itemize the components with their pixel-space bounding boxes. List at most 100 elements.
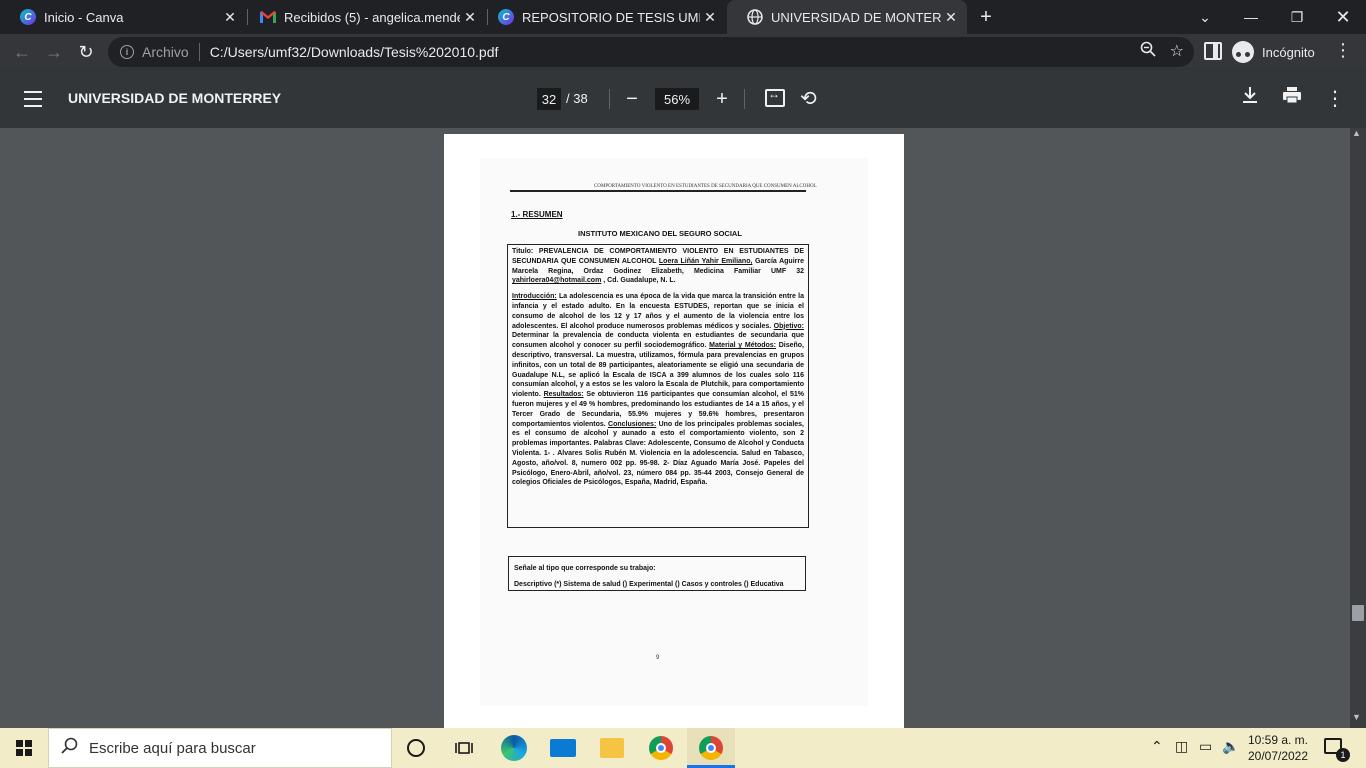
zoom-out-button[interactable]: − [620,87,644,111]
canva-icon: C [20,9,36,25]
pdf-toolbar: UNIVERSIDAD DE MONTERREY 32 / 38 − 56% +… [0,70,1366,128]
rotate-icon[interactable]: ⟲ [800,86,817,111]
start-button[interactable] [0,728,48,768]
page-number-input[interactable]: 32 [537,88,561,110]
methods-text: Diseño, descriptivo, transversal. La mue… [512,342,804,399]
pdf-title: UNIVERSIDAD DE MONTERREY [68,90,282,106]
address-bar[interactable]: i Archivo C:/Users/umf32/Downloads/Tesis… [108,37,1194,67]
info-icon[interactable]: i [120,45,134,59]
tab-title: Inicio - Canva [44,9,124,25]
close-window-button[interactable]: ✕ [1320,0,1366,34]
title-paragraph: Titulo: PREVALENCIA DE COMPORTAMIENTO VI… [512,247,804,286]
divider [198,43,200,61]
scroll-up-arrow-icon[interactable]: ▲ [1352,128,1361,138]
forward-button[interactable]: → [40,38,68,66]
mail-icon[interactable] [549,734,577,762]
download-icon[interactable] [1242,86,1258,110]
close-icon[interactable]: ✕ [700,7,720,27]
institution-heading: INSTITUTO MEXICANO DEL SEGURO SOCIAL [578,229,742,238]
battery-icon[interactable]: ▭ [1199,738,1212,755]
vertical-scrollbar[interactable] [1350,128,1366,728]
work-type-box: Señale al tipo que corresponde su trabaj… [508,556,806,591]
tab-title: UNIVERSIDAD DE MONTERREY [771,9,941,25]
minimize-button[interactable]: — [1228,0,1274,34]
scroll-down-arrow-icon[interactable]: ▼ [1352,712,1361,722]
work-type-prompt: Señale al tipo que corresponde su trabaj… [514,565,656,572]
running-header: COMPORTAMIENTO VIOLENTO EN ESTUDIANTES D… [594,184,817,189]
clock-date: 20/07/2022 [1247,749,1309,763]
intro-label: Introducción: [512,293,557,301]
side-panel-icon[interactable] [1204,42,1222,60]
url-text[interactable]: C:/Users/umf32/Downloads/Tesis%202010.pd… [210,44,499,60]
clock-time: 10:59 a. m. [1247,733,1309,747]
chrome-incognito-icon[interactable] [697,734,725,762]
page-number: 9 [656,655,660,661]
zoom-in-button[interactable]: + [710,87,734,111]
work-type-options: Descriptivo (*) Sistema de salud () Expe… [514,581,784,588]
menu-icon[interactable] [24,91,42,107]
close-icon[interactable]: ✕ [220,7,240,27]
chrome-icon[interactable] [647,734,675,762]
pdf-viewport[interactable]: COMPORTAMIENTO VIOLENTO EN ESTUDIANTES D… [0,128,1350,728]
reload-button[interactable]: ↻ [72,38,100,66]
security-label: Archivo [142,44,189,60]
file-explorer-icon[interactable] [598,734,626,762]
canva-icon: C [498,9,514,25]
close-icon[interactable]: ✕ [460,7,480,27]
edge-icon[interactable] [500,734,528,762]
fit-page-icon[interactable] [765,87,785,107]
chevron-up-icon[interactable]: ⌃ [1151,738,1163,755]
zoom-input[interactable]: 56% [655,88,699,110]
cortana-icon[interactable] [402,734,430,762]
tab-gmail[interactable]: Recibidos (5) - angelica.mendez@ ✕ [240,0,486,34]
print-icon[interactable] [1282,86,1302,110]
author-location: , Cd. Guadalupe, N. L. [601,277,676,285]
zoom-icon[interactable] [1140,41,1156,62]
browser-menu-icon[interactable]: ⋮ [1334,40,1352,61]
globe-icon [747,9,763,25]
system-clock[interactable]: 10:59 a. m. 20/07/2022 [1243,732,1313,764]
bookmark-star-icon[interactable]: ☆ [1170,41,1184,62]
close-icon[interactable]: ✕ [941,7,961,27]
task-view-icon[interactable] [450,734,478,762]
tab-universidad-active[interactable]: UNIVERSIDAD DE MONTERREY ✕ [727,0,967,34]
intro-text: La adolescencia es una época de la vida … [512,293,804,330]
abstract-body: Introducción: La adolescencia es una épo… [512,292,804,488]
volume-icon[interactable]: 🔈 [1222,738,1239,755]
tab-strip: C Inicio - Canva ✕ Recibidos (5) - angel… [0,0,1366,34]
author-main: Loera Liñán Yahir Emiliano, [658,257,753,265]
pdf-page: COMPORTAMIENTO VIOLENTO EN ESTUDIANTES D… [444,134,904,728]
tab-canva-home[interactable]: C Inicio - Canva ✕ [0,0,246,34]
scrollbar-thumb[interactable] [1352,605,1364,621]
taskbar-search[interactable]: Escribe aquí para buscar [48,728,392,768]
incognito-icon [1232,41,1254,63]
incognito-indicator[interactable]: Incógnito [1232,39,1315,65]
page-total: / 38 [566,91,588,106]
gmail-icon [260,9,276,25]
windows-logo-icon [16,740,32,756]
search-placeholder: Escribe aquí para buscar [89,739,256,757]
more-options-icon[interactable]: ⋮ [1325,86,1345,111]
abstract-box: Titulo: PREVALENCIA DE COMPORTAMIENTO VI… [507,244,809,528]
results-label: Resultados: [543,391,584,399]
tab-repositorio[interactable]: C REPOSITORIO DE TESIS UMF 32 M ✕ [478,0,726,34]
tab-search-button[interactable]: ⌄ [1182,0,1228,34]
meet-now-icon[interactable]: ◫ [1175,738,1188,755]
notification-badge: 1 [1336,748,1350,762]
new-tab-button[interactable]: + [974,5,998,29]
tab-title: Recibidos (5) - angelica.mendez@ [284,9,460,25]
windows-taskbar: Escribe aquí para buscar ⌃ ◫ ▭ 🔈 10:59 a… [0,728,1366,768]
author-email: yahirloera04@hotmail.com [512,277,602,285]
methods-label: Material y Métodos: [709,342,776,350]
incognito-label: Incógnito [1262,44,1315,60]
back-button[interactable]: ← [8,38,36,66]
browser-toolbar: ← → ↻ i Archivo C:/Users/umf32/Downloads… [0,34,1366,70]
tab-title: REPOSITORIO DE TESIS UMF 32 M [522,9,700,25]
restore-button[interactable]: ❐ [1274,0,1320,34]
objective-label: Objetivo: [773,322,804,330]
divider [609,89,610,109]
divider [744,89,745,109]
conclusions-label: Conclusiones: [608,420,657,428]
header-rule [510,190,806,192]
section-title: 1.- RESUMEN [511,210,563,219]
